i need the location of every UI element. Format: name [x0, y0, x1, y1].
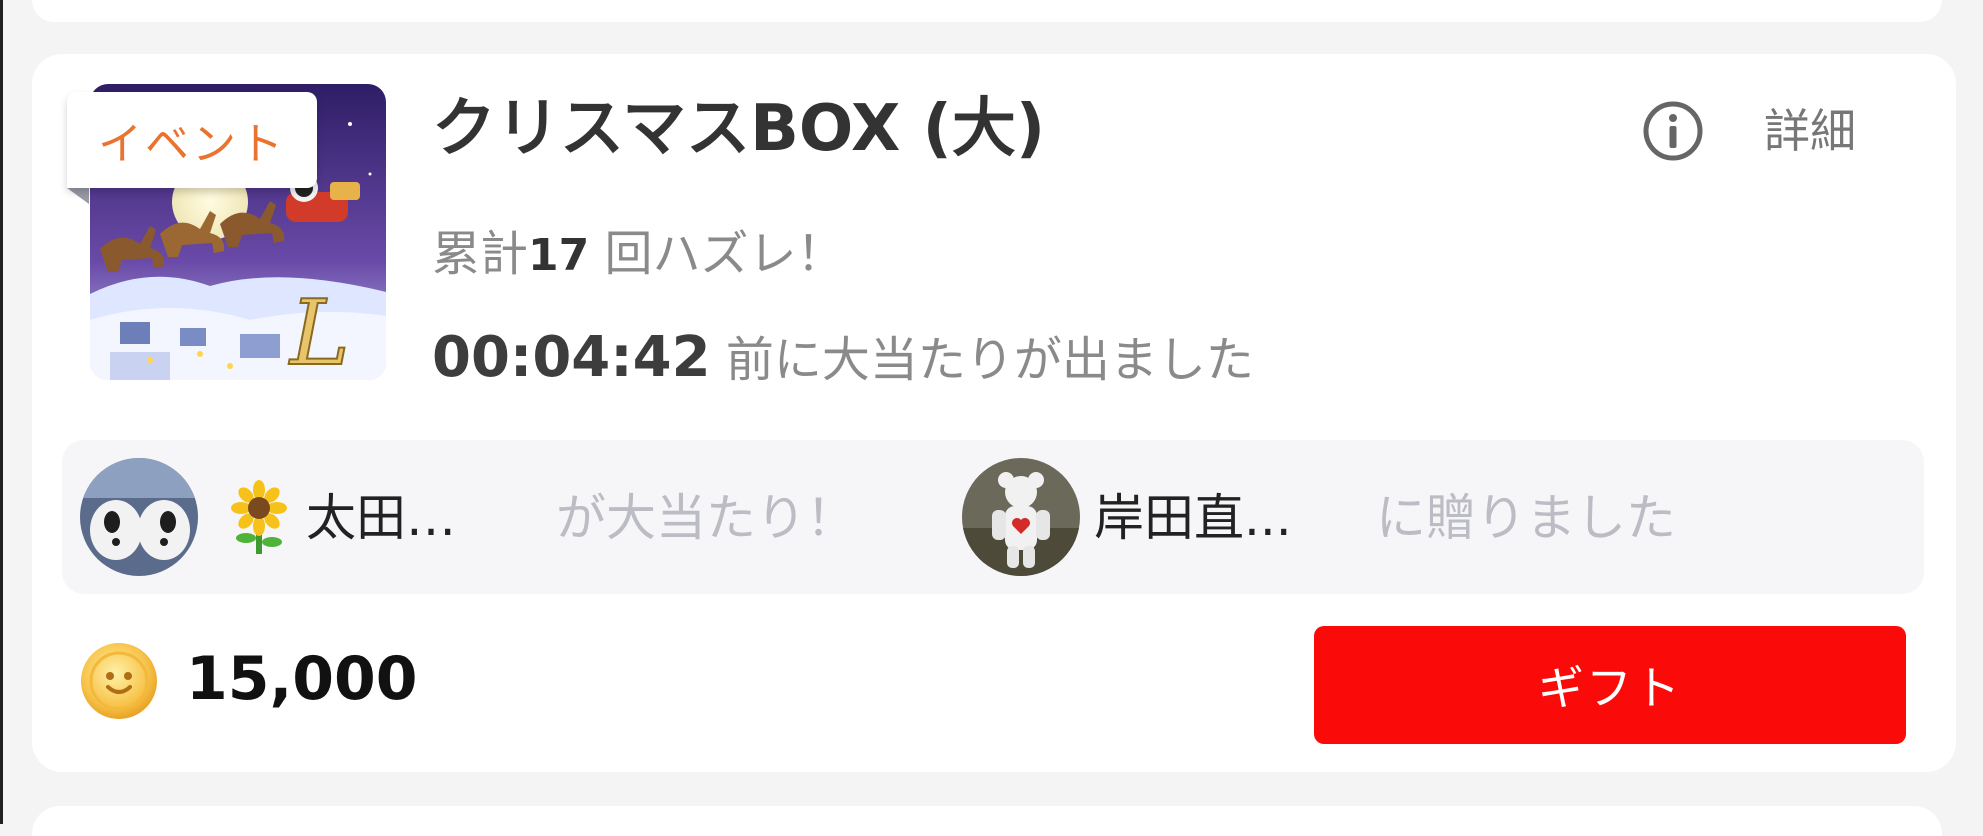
recipient-name[interactable]: 岸田直... — [1094, 480, 1292, 556]
winner-name[interactable]: 太田… — [306, 480, 456, 556]
last-win-time: 00:04:42 — [432, 325, 711, 390]
last-win-suffix: 前に大当たりが出ました — [710, 332, 1254, 388]
lose-suffix: 回ハズレ！ — [589, 226, 845, 282]
coin-icon — [81, 643, 157, 719]
winner-avatar[interactable] — [80, 458, 198, 576]
gift-text: に贈りました — [1376, 489, 1676, 547]
box-title: クリスマスBOX (大) — [432, 92, 1046, 166]
previous-card-edge — [32, 0, 1942, 22]
sunflower-icon — [231, 480, 287, 554]
last-win-line: 00:04:42 前に大当たりが出ました — [432, 318, 1254, 398]
next-card-edge — [32, 806, 1942, 836]
detail-link[interactable]: 詳細 — [1764, 95, 1856, 167]
lose-count: 17 — [528, 230, 590, 281]
event-tag-fold — [67, 188, 89, 204]
screen-edge — [0, 0, 3, 824]
lose-prefix: 累計 — [432, 226, 529, 282]
event-tag: イベント — [67, 92, 317, 188]
info-icon[interactable] — [1642, 100, 1704, 162]
gift-button[interactable]: ギフト — [1314, 626, 1906, 744]
recipient-avatar[interactable] — [962, 458, 1080, 576]
winner-text: が大当たり！ — [556, 489, 856, 547]
lose-count-line: 累計17 回ハズレ！ — [432, 214, 845, 294]
svg-text:L: L — [288, 281, 350, 380]
price: 15,000 — [186, 644, 418, 714]
